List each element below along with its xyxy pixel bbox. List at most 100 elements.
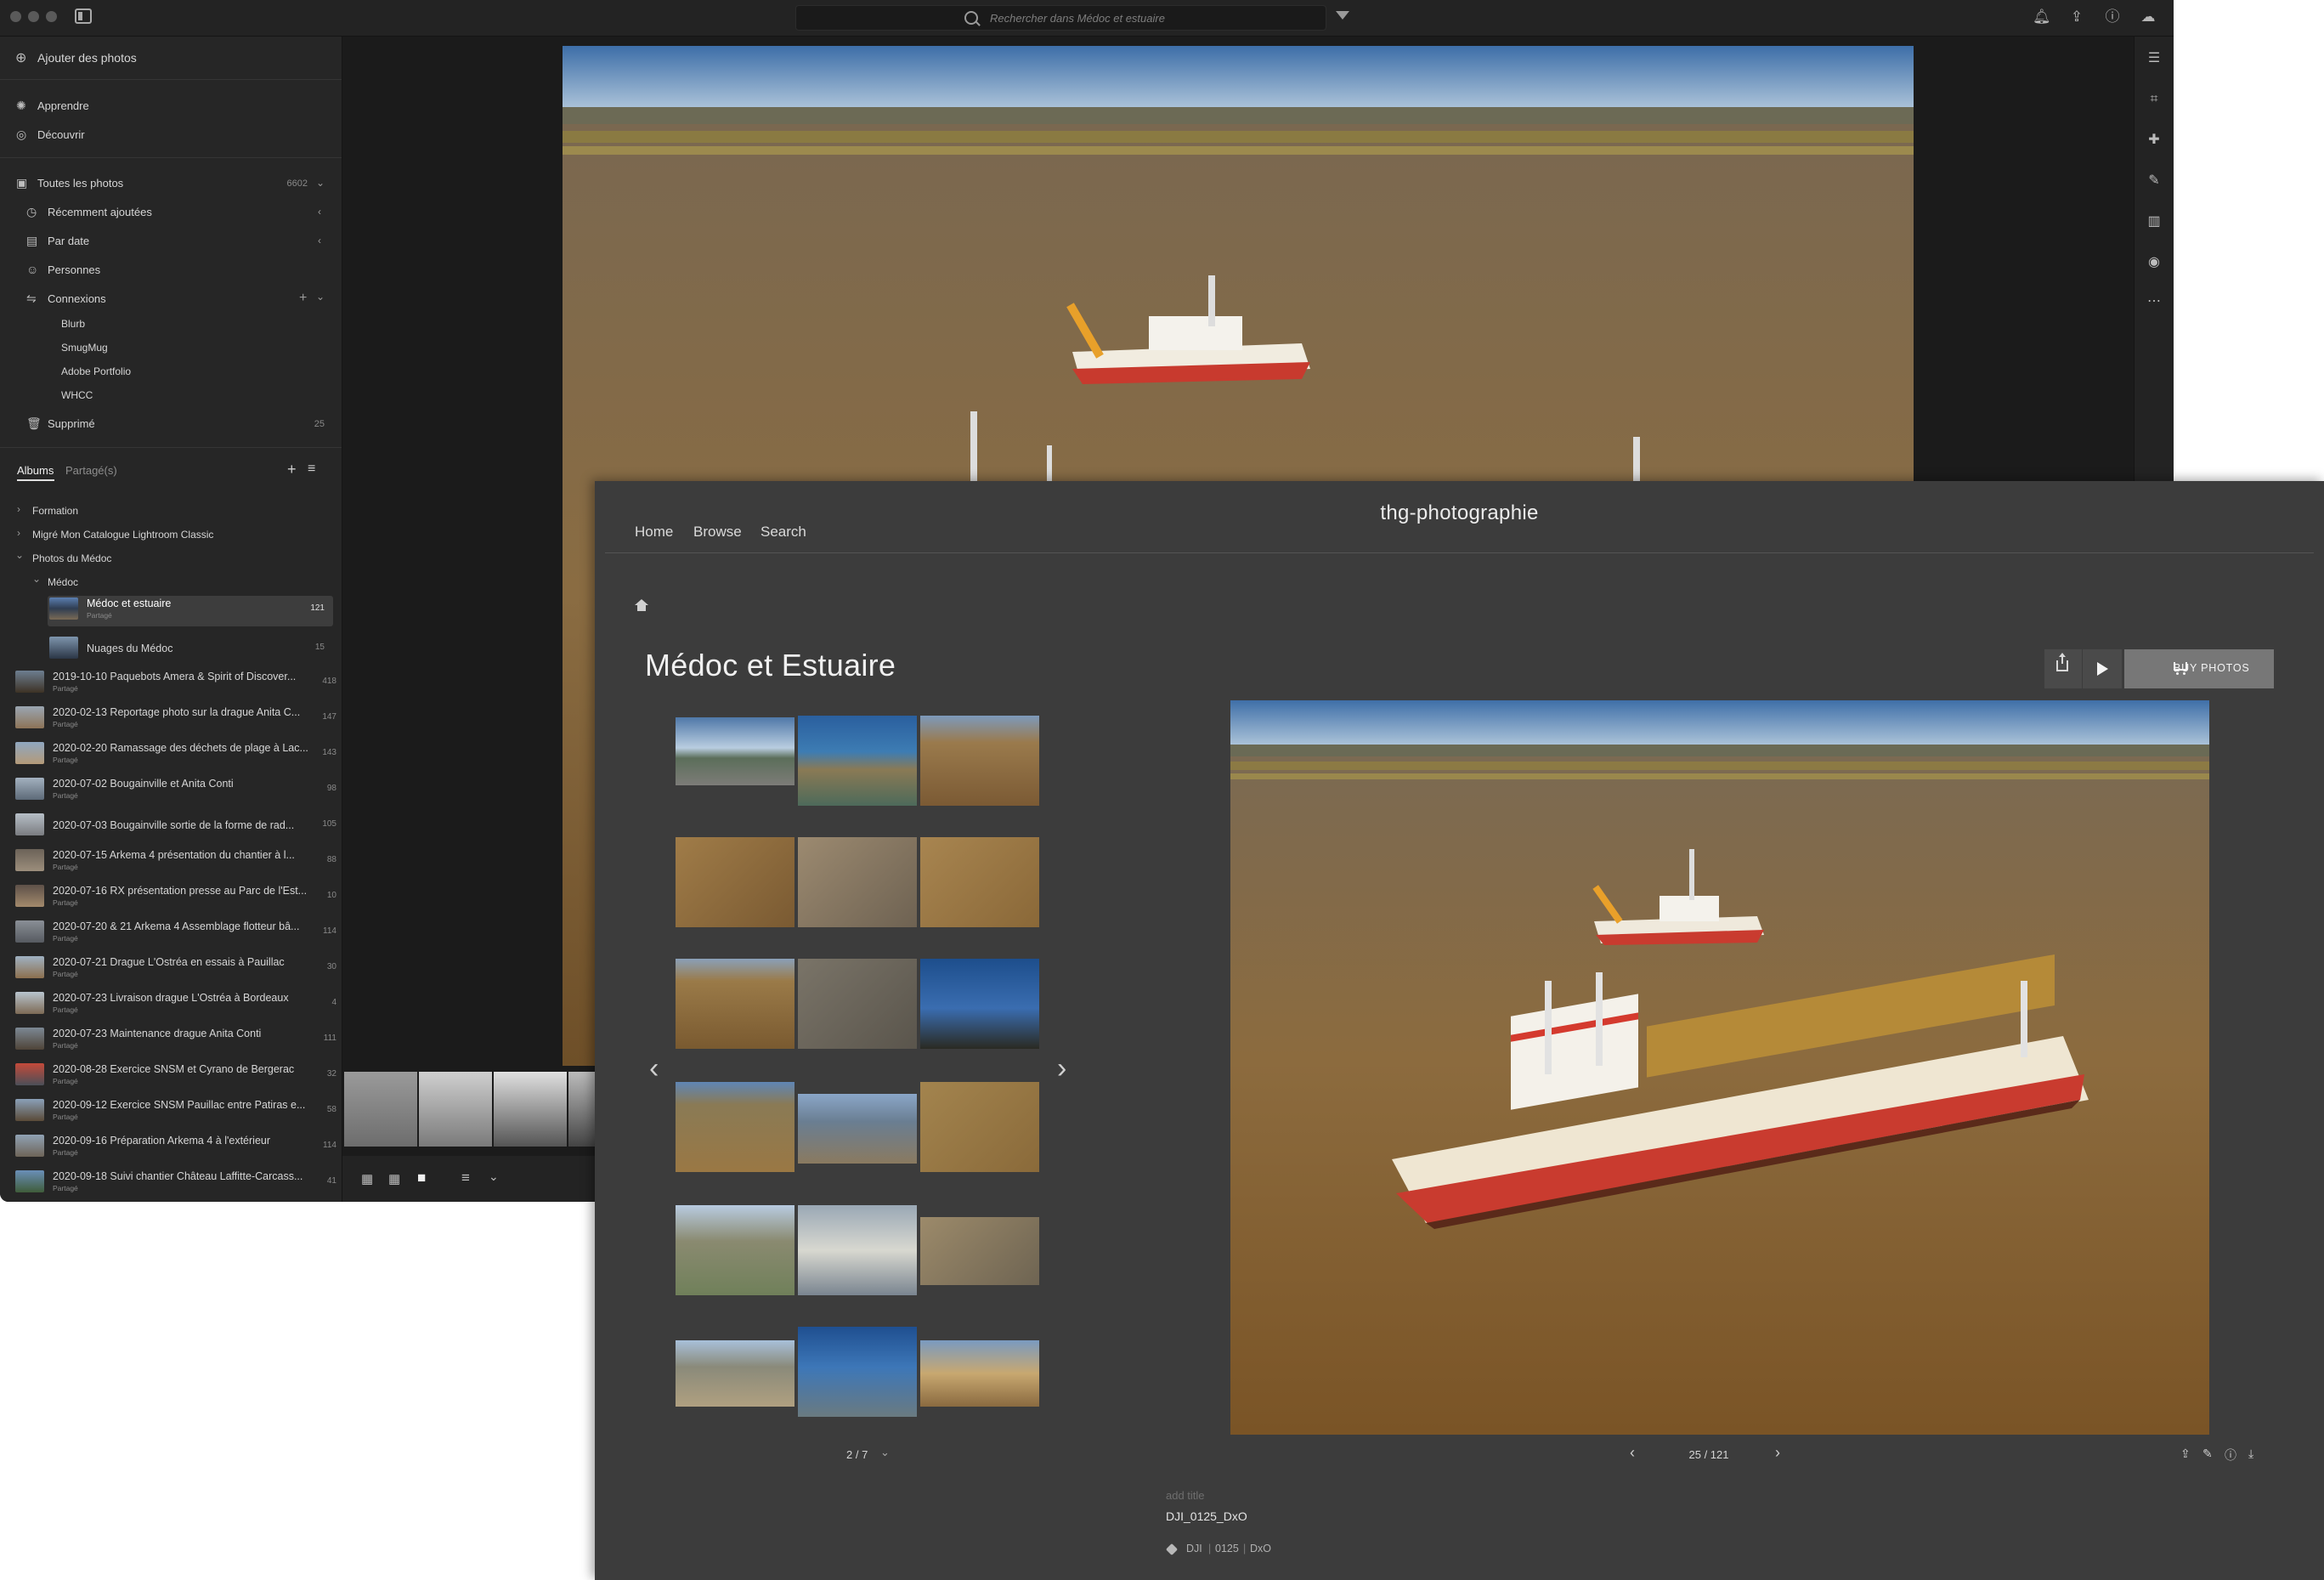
home-icon[interactable] bbox=[635, 599, 648, 611]
add-photos-button[interactable]: Ajouter des photos bbox=[37, 51, 137, 65]
album-item[interactable]: Nuages du Médoc 15 bbox=[48, 635, 333, 667]
chevron-down-icon[interactable]: ⌄ bbox=[489, 1169, 499, 1184]
window-close-button[interactable] bbox=[10, 11, 21, 22]
healing-icon[interactable]: ✚ bbox=[2146, 132, 2163, 149]
filmstrip-thumbnail[interactable] bbox=[344, 1072, 417, 1147]
sidebar-toggle-icon[interactable] bbox=[75, 8, 92, 24]
add-title-field[interactable]: add title bbox=[1166, 1489, 1205, 1502]
slideshow-button[interactable] bbox=[2083, 649, 2122, 688]
grid-small-icon[interactable]: ▦ bbox=[361, 1171, 373, 1186]
gallery-thumbnail[interactable] bbox=[920, 837, 1039, 927]
gallery-thumbnail[interactable] bbox=[920, 1340, 1039, 1407]
chevron-left-icon[interactable]: ‹ bbox=[318, 235, 321, 246]
keyword-tag[interactable]: DJI bbox=[1186, 1543, 1202, 1555]
connection-whcc[interactable]: WHCC bbox=[61, 389, 93, 401]
gallery-thumbnail[interactable] bbox=[920, 716, 1039, 806]
album-item[interactable]: 2020-08-28 Exercice SNSM et Cyrano de Be… bbox=[14, 1062, 336, 1094]
folder-formation[interactable]: Formation bbox=[32, 505, 78, 517]
site-brand[interactable]: thg-photographie bbox=[595, 501, 2324, 525]
filmstrip-thumbnail[interactable] bbox=[494, 1072, 567, 1147]
gallery-thumbnail[interactable] bbox=[798, 959, 917, 1049]
info-icon[interactable]: ⓘ bbox=[2225, 1447, 2236, 1464]
connection-smugmug[interactable]: SmugMug bbox=[61, 342, 108, 354]
cloud-icon[interactable]: ☁ bbox=[2140, 8, 2157, 25]
gallery-thumbnail[interactable] bbox=[798, 837, 917, 927]
tab-shared[interactable]: Partagé(s) bbox=[65, 464, 117, 477]
album-item[interactable]: 2020-07-23 Maintenance drague Anita Cont… bbox=[14, 1026, 336, 1058]
gallery-thumbnail[interactable] bbox=[676, 1205, 794, 1295]
chevron-right-icon[interactable]: › bbox=[17, 527, 20, 539]
gallery-thumbnail[interactable] bbox=[676, 837, 794, 927]
nav-home[interactable]: Home bbox=[635, 524, 673, 541]
download-icon[interactable]: ⤓ bbox=[2248, 1447, 2253, 1461]
photo-next-arrow[interactable]: › bbox=[1775, 1444, 1780, 1462]
folder-migre[interactable]: Migré Mon Catalogue Lightroom Classic bbox=[32, 529, 213, 541]
chevron-down-icon[interactable]: ⌄ bbox=[880, 1446, 890, 1459]
thumbs-next-arrow[interactable]: › bbox=[1057, 1052, 1066, 1085]
keyword-tag[interactable]: 0125 bbox=[1215, 1543, 1239, 1555]
people-item[interactable]: Personnes bbox=[48, 263, 100, 276]
tab-albums[interactable]: Albums bbox=[17, 464, 54, 477]
album-item[interactable]: 2020-07-02 Bougainville et Anita Conti Pa… bbox=[14, 776, 336, 808]
more-icon[interactable]: ⋯ bbox=[2146, 293, 2163, 310]
window-zoom-button[interactable] bbox=[46, 11, 57, 22]
album-item[interactable]: 2020-07-15 Arkema 4 présentation du chan… bbox=[14, 847, 336, 880]
gallery-thumbnail[interactable] bbox=[676, 959, 794, 1049]
gallery-thumbnail[interactable] bbox=[798, 1327, 917, 1417]
photo-prev-arrow[interactable]: ‹ bbox=[1630, 1444, 1635, 1462]
chevron-right-icon[interactable]: › bbox=[17, 503, 20, 515]
chevron-down-icon[interactable]: ⌄ bbox=[32, 573, 41, 585]
gallery-thumbnail[interactable] bbox=[920, 1217, 1039, 1285]
featured-photo[interactable] bbox=[1230, 700, 2209, 1435]
sliders-icon[interactable]: ☰ bbox=[2146, 50, 2163, 67]
chevron-down-icon[interactable]: ⌄ bbox=[316, 177, 325, 189]
add-connection-icon[interactable]: + bbox=[299, 291, 307, 306]
radial-icon[interactable]: ◉ bbox=[2146, 254, 2163, 271]
album-item[interactable]: 2020-02-13 Reportage photo sur la drague… bbox=[14, 705, 336, 737]
all-photos-item[interactable]: Toutes les photos bbox=[37, 177, 123, 190]
chevron-down-icon[interactable]: ⌄ bbox=[316, 291, 325, 303]
crop-icon[interactable]: ⌗ bbox=[2146, 91, 2163, 108]
sort-icon[interactable]: ≡ bbox=[308, 462, 315, 477]
share-icon[interactable]: ⇪ bbox=[2068, 8, 2085, 25]
album-item[interactable]: 2020-07-20 & 21 Arkema 4 Assemblage flot… bbox=[14, 919, 336, 951]
album-item-selected[interactable]: Médoc et estuaire Partagé 121 bbox=[48, 596, 333, 626]
deleted-item[interactable]: Supprimé bbox=[48, 417, 95, 430]
share-button[interactable] bbox=[2044, 649, 2082, 688]
chevron-down-icon[interactable]: ⌄ bbox=[15, 549, 24, 561]
gradient-icon[interactable]: ▥ bbox=[2146, 213, 2163, 230]
window-minimize-button[interactable] bbox=[28, 11, 39, 22]
brush-icon[interactable]: ✎ bbox=[2146, 173, 2163, 190]
gallery-thumbnail[interactable] bbox=[798, 1205, 917, 1295]
bell-icon[interactable]: 🔔︎ bbox=[2033, 8, 2051, 25]
edit-icon[interactable]: ✎ bbox=[2202, 1447, 2213, 1461]
gallery-thumbnail[interactable] bbox=[798, 1094, 917, 1164]
folder-medoc[interactable]: Médoc bbox=[48, 576, 78, 588]
keyword-tag[interactable]: DxO bbox=[1250, 1543, 1271, 1555]
share-photo-icon[interactable]: ⇪ bbox=[2180, 1447, 2191, 1461]
thumbs-prev-arrow[interactable]: ‹ bbox=[649, 1052, 659, 1085]
discover-link[interactable]: Découvrir bbox=[37, 128, 85, 141]
gallery-thumbnail[interactable] bbox=[676, 1082, 794, 1172]
filmstrip-thumbnail[interactable] bbox=[419, 1072, 492, 1147]
nav-search[interactable]: Search bbox=[761, 524, 806, 541]
by-date-item[interactable]: Par date bbox=[48, 235, 89, 247]
album-item[interactable]: 2020-09-16 Préparation Arkema 4 à l'exté… bbox=[14, 1133, 336, 1165]
album-item[interactable]: 2020-07-21 Drague L'Ostréa en essais à P… bbox=[14, 954, 336, 987]
add-album-icon[interactable]: + bbox=[287, 461, 297, 479]
sort-lines-icon[interactable]: ≡ bbox=[461, 1169, 470, 1186]
single-view-icon[interactable]: ■ bbox=[417, 1169, 426, 1186]
folder-photos-du-medoc[interactable]: Photos du Médoc bbox=[32, 552, 111, 564]
album-item[interactable]: 2019-10-10 Paquebots Amera & Spirit of D… bbox=[14, 669, 336, 701]
learn-link[interactable]: Apprendre bbox=[37, 99, 89, 112]
album-item[interactable]: 2020-02-20 Ramassage des déchets de plag… bbox=[14, 740, 336, 773]
album-item[interactable]: 2020-09-18 Suivi chantier Château Laffit… bbox=[14, 1169, 336, 1201]
album-item[interactable]: 2020-07-16 RX présentation presse au Par… bbox=[14, 883, 336, 915]
album-item[interactable]: 2020-07-03 Bougainville sortie de la for… bbox=[14, 812, 336, 844]
album-item[interactable]: 2020-07-23 Livraison drague L'Ostréa à B… bbox=[14, 990, 336, 1022]
thumbs-page-indicator[interactable]: 2 / 7 bbox=[846, 1448, 868, 1461]
album-item[interactable]: 2020-09-12 Exercice SNSM Pauillac entre … bbox=[14, 1097, 336, 1130]
help-icon[interactable]: ⓘ bbox=[2104, 8, 2121, 25]
chevron-left-icon[interactable]: ‹ bbox=[318, 206, 321, 218]
gallery-thumbnail[interactable] bbox=[920, 959, 1039, 1049]
